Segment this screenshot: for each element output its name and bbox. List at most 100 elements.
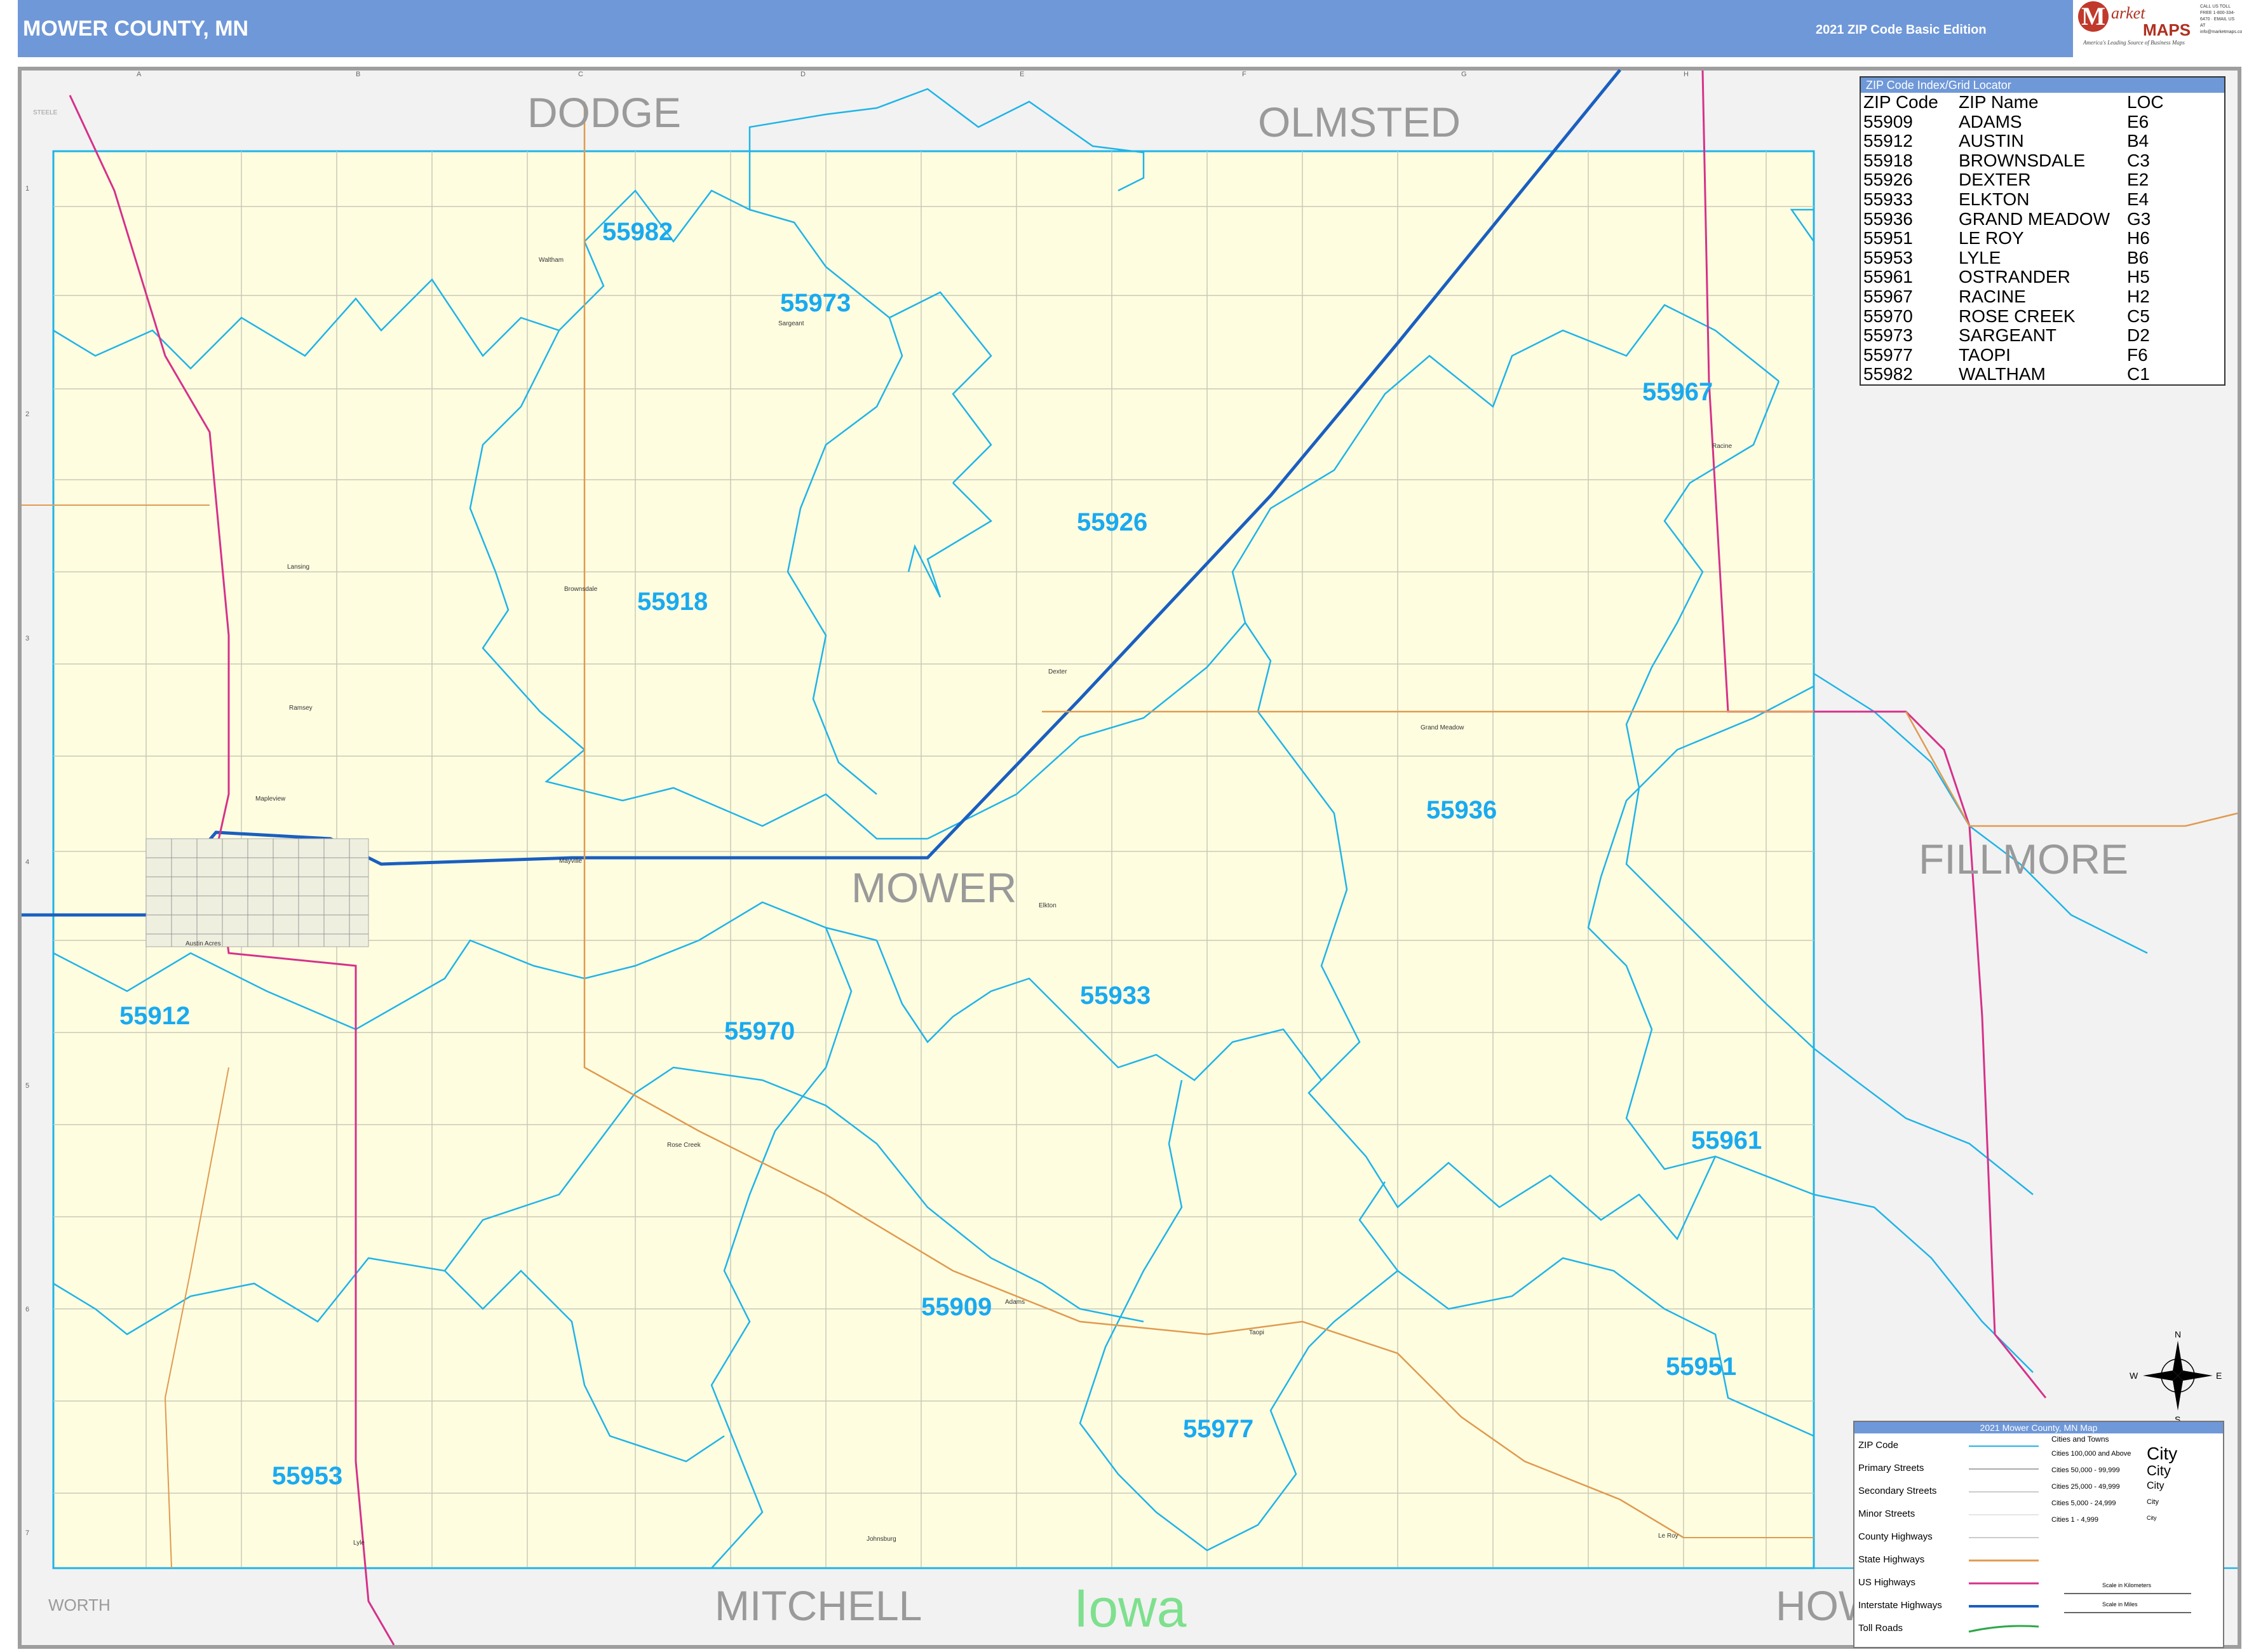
zip-label-55953: 55953 xyxy=(272,1462,342,1490)
zip-index-name: TAOPI xyxy=(1959,344,2011,365)
zip-index-code: 55977 xyxy=(1863,344,1913,365)
zip-index-row: 55912 AUSTIN B4 xyxy=(1861,132,2224,151)
zip-index-row: 55953 LYLE B6 xyxy=(1861,248,2224,268)
zip-label-55918: 55918 xyxy=(637,588,708,616)
zip-index-code: 55953 xyxy=(1863,247,1913,267)
town-le-roy: Le Roy xyxy=(1658,1533,1678,1540)
zip-index-loc: C5 xyxy=(2127,306,2150,326)
zip-label-55936: 55936 xyxy=(1426,796,1497,824)
grid-row-5: 5 xyxy=(25,1082,29,1090)
zip-label-55977: 55977 xyxy=(1183,1415,1253,1443)
zip-index-name: GRAND MEADOW xyxy=(1959,208,2110,229)
zip-label-55973: 55973 xyxy=(780,289,851,317)
zip-index-name: SARGEANT xyxy=(1959,325,2057,346)
zip-index-code: 55982 xyxy=(1863,364,1913,384)
neighbor-worth: WORTH xyxy=(48,1595,111,1615)
neighbor-steele: STEELE xyxy=(33,109,58,116)
grid-col-e: E xyxy=(1020,71,1024,78)
county-label-mower: MOWER xyxy=(851,864,1016,911)
grid-col-b: B xyxy=(356,71,360,78)
zip-index-name: DEXTER xyxy=(1959,170,2031,190)
legend-city-100k: Cities 100,000 and Above xyxy=(2051,1450,2131,1458)
state-label-iowa: Iowa xyxy=(1074,1578,1187,1638)
grid-col-f: F xyxy=(1242,71,1246,78)
zip-index-name: ROSE CREEK xyxy=(1959,306,2076,326)
zip-index-loc: C1 xyxy=(2127,364,2150,384)
zip-label-55951: 55951 xyxy=(1666,1353,1736,1381)
town-lansing: Lansing xyxy=(287,564,309,571)
zip-label-55982: 55982 xyxy=(602,218,673,246)
grid-col-d: D xyxy=(800,71,806,78)
zip-index-loc: F6 xyxy=(2127,344,2148,365)
legend-city-sample-4: City xyxy=(2147,1498,2159,1506)
zip-index-loc: E6 xyxy=(2127,111,2149,132)
town-mapleview: Mapleview xyxy=(255,796,286,802)
grid-row-1: 1 xyxy=(25,185,29,193)
zip-label-55970: 55970 xyxy=(724,1017,795,1045)
zip-index-row: 55970 ROSE CREEK C5 xyxy=(1861,306,2224,327)
town-elkton: Elkton xyxy=(1039,902,1057,909)
zip-index-loc: H5 xyxy=(2127,267,2150,287)
zip-index-row: 55926 DEXTER E2 xyxy=(1861,170,2224,190)
austin-city xyxy=(145,838,369,947)
town-johnsburg: Johnsburg xyxy=(867,1536,896,1543)
zip-index-code: 55909 xyxy=(1863,111,1913,132)
legend-scale-km: Scale in Kilometers xyxy=(2102,1582,2152,1588)
zip-index-code: 55961 xyxy=(1863,267,1913,287)
grid-row-6: 6 xyxy=(25,1306,29,1313)
legend-cities-head: Cities and Towns xyxy=(2051,1435,2109,1444)
zip-label-55961: 55961 xyxy=(1691,1127,1762,1154)
zip-index-name: OSTRANDER xyxy=(1959,267,2070,287)
legend-city-sample-2: City xyxy=(2147,1463,2171,1479)
zip-index-loc: E4 xyxy=(2127,189,2149,209)
zip-index-title: ZIP Code Index/Grid Locator xyxy=(1861,78,2224,93)
grid-col-c: C xyxy=(578,71,583,78)
neighbor-fillmore: FILLMORE xyxy=(1919,836,2128,883)
zip-index-code: 55970 xyxy=(1863,306,1913,326)
legend-city-sample-3: City xyxy=(2147,1480,2164,1491)
name-col-header: ZIP Name xyxy=(1959,92,2039,112)
grid-row-4: 4 xyxy=(25,858,29,866)
town-adams: Adams xyxy=(1005,1299,1025,1306)
town-waltham: Waltham xyxy=(539,257,564,264)
zip-index-name: BROWNSDALE xyxy=(1959,150,2086,170)
grid-row-2: 2 xyxy=(25,410,29,418)
town-lyle: Lyle xyxy=(353,1540,365,1547)
compass-w: W xyxy=(2130,1371,2138,1381)
town-racine: Racine xyxy=(1712,443,1732,450)
grid-col-h: H xyxy=(1684,71,1689,78)
zip-label-55909: 55909 xyxy=(921,1293,992,1321)
grid-col-g: G xyxy=(1461,71,1467,78)
zip-index-code: 55973 xyxy=(1863,325,1913,346)
town-austin-acres: Austin Acres xyxy=(186,940,221,947)
loc-col-header: LOC xyxy=(2127,92,2164,112)
zip-index-row: 55982 WALTHAM C1 xyxy=(1861,365,2224,384)
town-grand-meadow: Grand Meadow xyxy=(1421,724,1464,731)
grid-col-a: A xyxy=(137,71,142,78)
legend-city-25k: Cities 25,000 - 49,999 xyxy=(2051,1483,2120,1491)
grid-row-7: 7 xyxy=(25,1529,29,1537)
zip-index-row: 55967 RACINE H2 xyxy=(1861,287,2224,307)
zip-index-name: RACINE xyxy=(1959,286,2026,306)
neighbor-olmsted: OLMSTED xyxy=(1258,98,1461,146)
grid-row-3: 3 xyxy=(25,635,29,642)
zip-index-code: 55936 xyxy=(1863,208,1913,229)
town-taopi: Taopi xyxy=(1249,1329,1264,1336)
compass-e: E xyxy=(2216,1371,2222,1381)
zip-index-header: ZIP Code ZIP Name LOC xyxy=(1861,92,2224,112)
neighbor-dodge: DODGE xyxy=(527,89,681,136)
legend-city-sample-5: City xyxy=(2147,1515,2157,1521)
zip-index-row: 55973 SARGEANT D2 xyxy=(1861,326,2224,346)
zip-index-row: 55918 BROWNSDALE C3 xyxy=(1861,151,2224,171)
zip-index-code: 55967 xyxy=(1863,286,1913,306)
zip-index-row: 55951 LE ROY H6 xyxy=(1861,229,2224,248)
zip-index-row: 55936 GRAND MEADOW G3 xyxy=(1861,208,2224,229)
zip-label-55926: 55926 xyxy=(1077,508,1147,536)
map-legend: 2021 Mower County, MN Map ZIP Code Prima… xyxy=(1853,1421,2224,1648)
zip-index-name: WALTHAM xyxy=(1959,364,2046,384)
zip-index-loc: B4 xyxy=(2127,131,2149,151)
zip-index-row: 55961 OSTRANDER H5 xyxy=(1861,267,2224,287)
zip-index-code: 55951 xyxy=(1863,228,1913,248)
town-dexter: Dexter xyxy=(1048,668,1067,675)
zip-index-loc: H6 xyxy=(2127,228,2150,248)
